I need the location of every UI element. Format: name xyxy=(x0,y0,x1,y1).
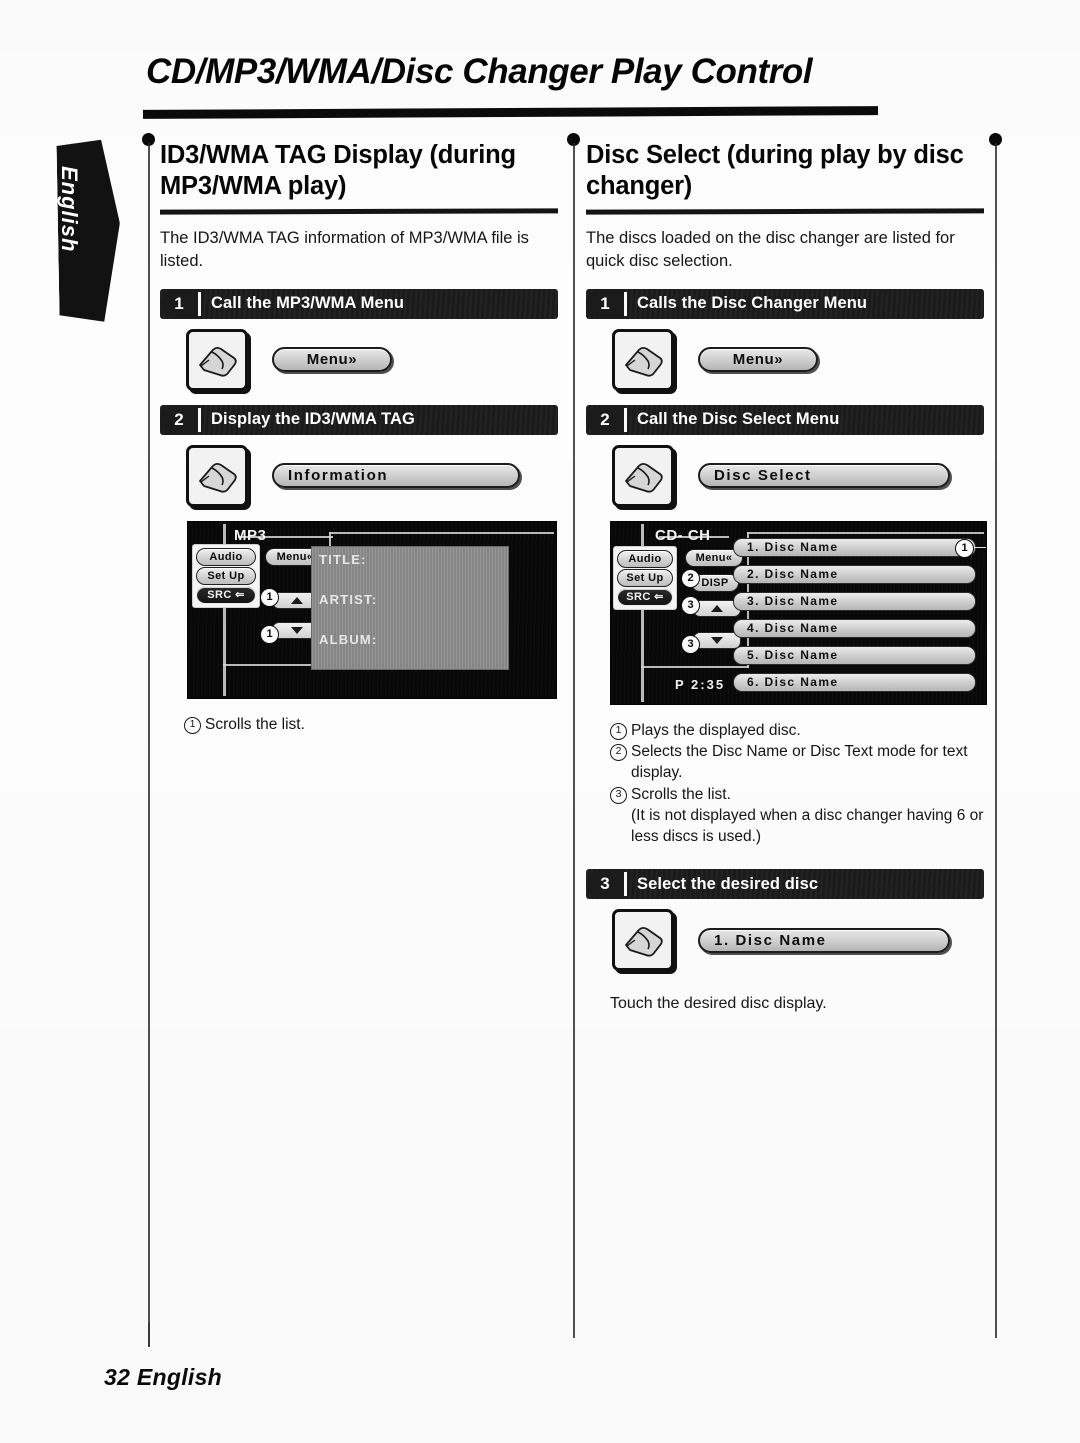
screen-mode-label: MP3 xyxy=(234,526,267,544)
screen-button-src[interactable]: SRC ⇐ xyxy=(617,587,673,606)
column-rule-left xyxy=(148,143,150,1338)
left-column: ID3/WMA TAG Display (during MP3/WMA play… xyxy=(160,140,558,736)
right-section-heading: Disc Select (during play by disc changer… xyxy=(586,141,964,200)
step-number: 2 xyxy=(160,404,198,435)
screen-horizontal-divider xyxy=(641,665,749,668)
screen-panel-top-edge xyxy=(329,531,554,534)
pointing-hand-icon xyxy=(186,328,248,391)
callout-marker-3a: 3 xyxy=(681,595,700,615)
right-closing-caption: Touch the desired disc display. xyxy=(610,995,827,1013)
touch-action-right-3: 1. Disc Name xyxy=(586,909,984,972)
column-rule-middle xyxy=(573,143,575,1338)
left-section-divider xyxy=(160,208,558,215)
disc-list-row[interactable]: 1. Disc Name xyxy=(733,537,976,557)
note-item: 1 Plays the displayed disc. xyxy=(610,721,984,742)
right-column: Disc Select (during play by disc changer… xyxy=(586,140,987,1015)
callout-marker-3b: 3 xyxy=(681,634,700,654)
note-text: Selects the Disc Name or Disc Text mode … xyxy=(631,743,968,782)
touch-button-disc-select[interactable]: Disc Select xyxy=(698,463,950,489)
footer-rule xyxy=(148,1323,150,1347)
touch-button-information[interactable]: Information xyxy=(272,463,520,489)
screen-play-status: P 2:35 xyxy=(675,676,726,692)
callout-marker-1: 1 xyxy=(955,538,974,558)
callout-marker-1a: 1 xyxy=(260,587,279,607)
pointing-hand-icon xyxy=(186,444,248,507)
triangle-down-icon xyxy=(291,626,303,634)
screen-button-setup[interactable]: Set Up xyxy=(196,566,256,585)
step-number: 3 xyxy=(586,869,624,900)
note-number: 1 xyxy=(610,722,627,740)
screen-button-audio[interactable]: Audio xyxy=(617,549,673,568)
disc-list-row[interactable]: 3. Disc Name xyxy=(733,591,976,611)
note-number: 3 xyxy=(610,787,627,805)
step-label: Select the desired disc xyxy=(637,874,819,893)
left-section-heading: ID3/WMA TAG Display (during MP3/WMA play… xyxy=(160,141,516,200)
pointing-hand-icon xyxy=(612,328,674,391)
column-rule-right xyxy=(995,143,997,1338)
step-banner-right-2: 2 Call the Disc Select Menu xyxy=(586,404,984,435)
disc-list-row[interactable]: 5. Disc Name xyxy=(733,645,976,665)
touch-action-right-1: Menu» xyxy=(586,328,984,391)
step-label: Calls the Disc Changer Menu xyxy=(637,294,868,313)
right-section-intro: The discs loaded on the disc changer are… xyxy=(586,229,955,270)
language-tab-label: English xyxy=(57,166,82,253)
note-text: Scrolls the list. xyxy=(631,786,731,804)
tag-field-album: ALBUM: xyxy=(319,631,378,647)
screen-button-audio[interactable]: Audio xyxy=(196,547,256,566)
note-number: 2 xyxy=(610,744,627,762)
page-title: CD/MP3/WMA/Disc Changer Play Control xyxy=(146,52,813,91)
page-footer: 32 English xyxy=(104,1364,223,1390)
disc-list-row[interactable]: 2. Disc Name xyxy=(733,564,976,584)
screen-button-src[interactable]: SRC ⇐ xyxy=(196,585,256,604)
manual-page: CD/MP3/WMA/Disc Changer Play Control Eng… xyxy=(0,0,1080,1443)
step-label: Display the ID3/WMA TAG xyxy=(211,410,415,429)
note-text: Scrolls the list. xyxy=(205,715,305,733)
right-section-divider xyxy=(586,208,984,215)
touch-action-right-2: Disc Select xyxy=(586,444,984,507)
screen-mode-label: CD- CH xyxy=(655,526,711,544)
title-divider xyxy=(143,106,878,119)
note-number: 1 xyxy=(184,716,201,734)
callout-marker-2: 2 xyxy=(681,568,700,588)
touch-button-menu[interactable]: Menu» xyxy=(272,347,392,373)
pointing-hand-icon xyxy=(612,444,674,507)
disc-changer-screen-illustration: CD- CH Audio Set Up SRC ⇐ Menu« DISP 2 3… xyxy=(610,520,987,705)
note-item: 2 Selects the Disc Name or Disc Text mod… xyxy=(610,742,984,784)
screen-button-setup[interactable]: Set Up xyxy=(617,568,673,587)
step-banner-right-3: 3 Select the desired disc xyxy=(586,869,984,900)
touch-action-left-1: Menu» xyxy=(160,328,558,391)
pointing-hand-icon xyxy=(612,909,674,972)
left-section-intro: The ID3/WMA TAG information of MP3/WMA f… xyxy=(160,229,529,270)
triangle-up-icon xyxy=(291,596,303,604)
tag-field-title: TITLE: xyxy=(319,551,367,567)
note-item: 1 Scrolls the list. xyxy=(184,715,558,736)
touch-action-left-2: Information xyxy=(160,444,558,507)
touch-button-menu[interactable]: Menu» xyxy=(698,347,818,373)
triangle-up-icon xyxy=(711,604,723,612)
triangle-down-icon xyxy=(711,636,723,644)
step-banner-left-1: 1 Call the MP3/WMA Menu xyxy=(160,288,558,319)
note-text: Plays the displayed disc. xyxy=(631,721,801,739)
right-notes-list: 1 Plays the displayed disc. 2 Selects th… xyxy=(610,721,984,848)
step-banner-left-2: 2 Display the ID3/WMA TAG xyxy=(160,404,558,435)
step-label: Call the MP3/WMA Menu xyxy=(211,294,405,313)
screen-panel-top-edge xyxy=(747,531,984,534)
step-number: 2 xyxy=(586,404,624,435)
note-subtext: (It is not displayed when a disc changer… xyxy=(631,806,984,845)
step-banner-right-1: 1 Calls the Disc Changer Menu xyxy=(586,288,984,319)
tag-field-artist: ARTIST: xyxy=(319,591,378,607)
disc-list-row[interactable]: 4. Disc Name xyxy=(733,618,976,638)
touch-button-disc-name[interactable]: 1. Disc Name xyxy=(698,927,950,953)
step-number: 1 xyxy=(160,288,198,319)
mp3-screen-illustration: MP3 Audio Set Up SRC ⇐ Menu« 1 1 TITLE: … xyxy=(187,520,557,699)
left-notes-list: 1 Scrolls the list. xyxy=(184,715,558,736)
step-label: Call the Disc Select Menu xyxy=(637,410,840,429)
note-item: 3 Scrolls the list. (It is not displayed… xyxy=(610,785,984,847)
disc-list-row[interactable]: 6. Disc Name xyxy=(733,672,976,692)
step-number: 1 xyxy=(586,288,624,319)
callout-marker-1b: 1 xyxy=(260,624,279,644)
